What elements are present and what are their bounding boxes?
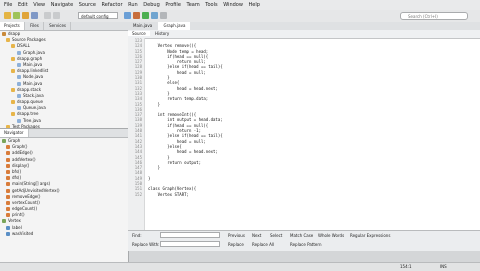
run-icon[interactable] xyxy=(142,12,149,19)
whole-words-checkbox[interactable]: Whole Words xyxy=(318,233,344,238)
method-icon xyxy=(6,207,10,212)
java-file-icon xyxy=(17,118,21,123)
menu-team[interactable]: Team xyxy=(186,0,199,10)
method-icon xyxy=(6,213,10,218)
build-icon[interactable] xyxy=(124,12,131,19)
method-icon xyxy=(6,176,10,181)
member-item[interactable]: wasVisited xyxy=(2,231,128,237)
menu-window[interactable]: Window xyxy=(223,0,243,10)
java-file-icon xyxy=(17,75,21,80)
menu-source[interactable]: Source xyxy=(79,0,96,10)
tab-files[interactable]: Files xyxy=(26,22,44,30)
history-tab[interactable]: History xyxy=(151,31,173,36)
method-icon xyxy=(6,169,10,174)
open-project-icon[interactable] xyxy=(22,12,29,19)
debug-icon[interactable] xyxy=(151,12,158,19)
field-icon xyxy=(6,231,10,236)
field-icon xyxy=(6,225,10,230)
method-icon xyxy=(6,194,10,199)
tab-projects[interactable]: Projects xyxy=(0,22,25,30)
search-input[interactable]: Search (Ctrl+I) xyxy=(400,12,468,20)
java-file-icon xyxy=(17,93,21,98)
method-icon xyxy=(6,157,10,162)
line-number: 152 xyxy=(134,191,142,197)
navigator-header: Navigator xyxy=(0,129,128,138)
menu-help[interactable]: Help xyxy=(249,0,260,10)
select-button[interactable]: Select xyxy=(270,233,282,238)
package-icon xyxy=(11,44,15,49)
projects-tabs: Projects Files Services xyxy=(0,22,128,31)
folder-icon xyxy=(6,38,10,43)
menu-profile[interactable]: Profile xyxy=(165,0,181,10)
source-tab[interactable]: Source xyxy=(128,31,150,36)
line-number-gutter: 123 124 125 126 127 128 129 130 131 132 … xyxy=(128,38,145,230)
replace-label: Replace With: xyxy=(132,242,160,247)
package-icon xyxy=(11,69,15,74)
new-file-icon[interactable] xyxy=(13,12,20,19)
menu-view[interactable]: View xyxy=(33,0,45,10)
class-icon xyxy=(2,219,6,224)
menu-refactor[interactable]: Refactor xyxy=(102,0,123,10)
package-icon xyxy=(11,100,15,105)
project-tree: dsapp Source Packages DSALL Graph.java d… xyxy=(0,31,128,136)
new-project-icon[interactable] xyxy=(4,12,11,19)
tab-main-java[interactable]: Main.java xyxy=(128,22,157,30)
replace-all-button[interactable]: Replace All xyxy=(252,242,274,247)
method-icon xyxy=(6,200,10,205)
find-replace-bar: Find: Previous Next Select Match Case Wh… xyxy=(128,230,480,251)
package-icon xyxy=(11,112,15,117)
replace-button[interactable]: Replace xyxy=(228,242,244,247)
profile-icon[interactable] xyxy=(160,12,167,19)
method-icon xyxy=(6,151,10,156)
config-dropdown[interactable]: default config xyxy=(78,12,118,19)
redo-icon[interactable] xyxy=(53,12,60,19)
package-icon xyxy=(11,56,15,61)
class-icon xyxy=(2,139,6,143)
code-area[interactable]: Vertex remove(){ Node temp = head; if(he… xyxy=(148,38,478,230)
java-file-icon xyxy=(17,50,21,55)
project-icon xyxy=(2,32,6,36)
find-label: Find: xyxy=(132,233,142,238)
java-file-icon xyxy=(17,106,21,111)
find-input[interactable] xyxy=(160,232,220,238)
navigator-title[interactable]: Navigator xyxy=(0,129,29,137)
replace-input[interactable] xyxy=(160,241,220,247)
menu-edit[interactable]: Edit xyxy=(18,0,28,10)
tab-services[interactable]: Services xyxy=(45,22,71,30)
menu-run[interactable]: Run xyxy=(128,0,138,10)
method-icon xyxy=(6,145,10,150)
method-icon xyxy=(6,182,10,187)
previous-button[interactable]: Previous xyxy=(228,233,245,238)
package-icon xyxy=(11,87,15,92)
method-icon xyxy=(6,163,10,168)
code-line: Vertex START; xyxy=(148,191,189,197)
navigator-panel: Navigator Graph Graph() addEdge() addVer… xyxy=(0,128,128,263)
java-file-icon xyxy=(17,62,21,67)
undo-icon[interactable] xyxy=(44,12,51,19)
save-all-icon[interactable] xyxy=(31,12,38,19)
menu-file[interactable]: File xyxy=(4,0,12,10)
replace-pattern-checkbox[interactable]: Replace Pattern xyxy=(290,242,321,247)
java-file-icon xyxy=(17,81,21,86)
regex-checkbox[interactable]: Regular Expressions xyxy=(350,233,390,238)
method-icon xyxy=(6,188,10,193)
menu-debug[interactable]: Debug xyxy=(143,0,159,10)
clean-build-icon[interactable] xyxy=(133,12,140,19)
next-button[interactable]: Next xyxy=(252,233,261,238)
match-case-checkbox[interactable]: Match Case xyxy=(290,233,313,238)
menu-navigate[interactable]: Navigate xyxy=(51,0,73,10)
menu-tools[interactable]: Tools xyxy=(205,0,217,10)
navigator-members: Graph Graph() addEdge() addVertex() disp… xyxy=(0,138,128,237)
tab-graph-java[interactable]: Graph.java xyxy=(158,22,191,30)
